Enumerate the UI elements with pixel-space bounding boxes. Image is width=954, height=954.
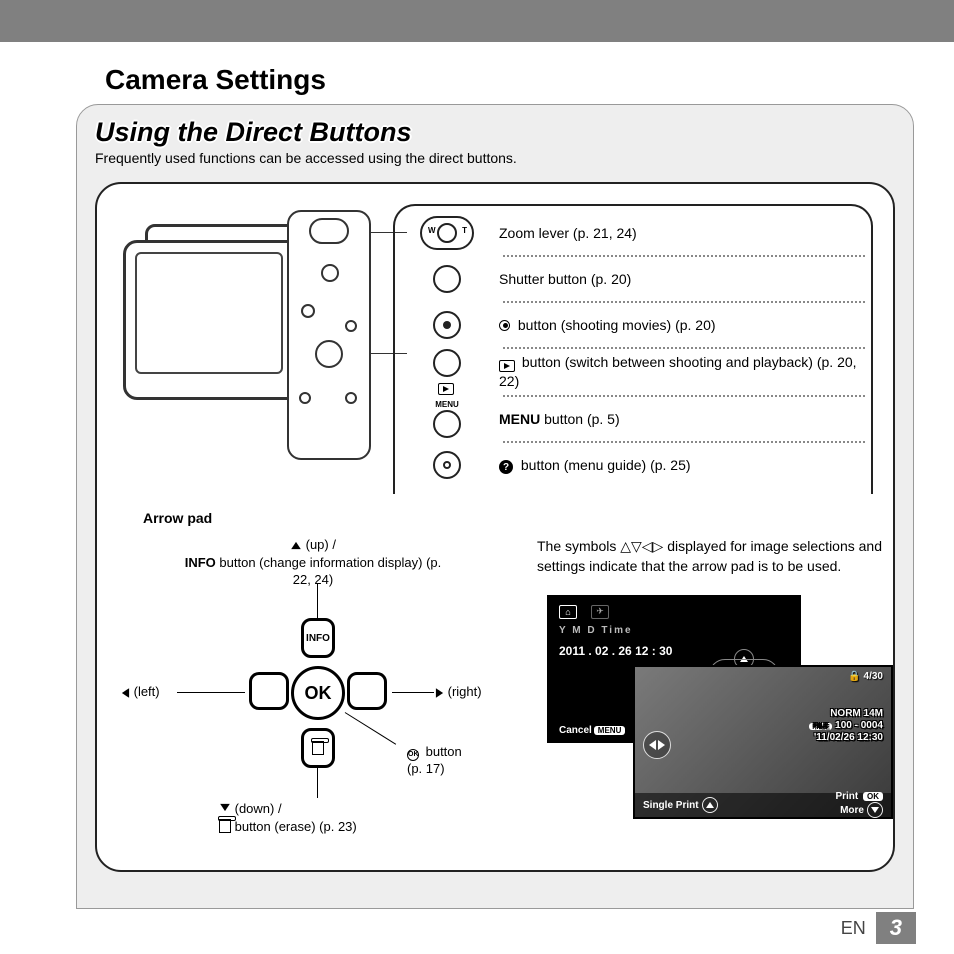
dpad-right bbox=[347, 672, 387, 710]
ymd-header: Y M D Time bbox=[549, 621, 799, 640]
legend-guide: ? button (menu guide) (p. 25) bbox=[395, 443, 871, 487]
content-panel: W T Zoom lever (p. 21, 24) Shutter butto… bbox=[95, 182, 895, 872]
ok-pill: OK bbox=[863, 792, 883, 801]
connector bbox=[317, 584, 318, 618]
button-legend-row: W T Zoom lever (p. 21, 24) Shutter butto… bbox=[117, 204, 873, 504]
header-bar bbox=[0, 0, 954, 42]
arrow-pad-diagram: (up) / INFO button (change information d… bbox=[117, 536, 517, 836]
triangle-right-icon bbox=[436, 688, 443, 698]
legend-playback: button (switch between shooting and play… bbox=[395, 349, 871, 395]
legend-zoom-label: Zoom lever (p. 21, 24) bbox=[499, 220, 871, 247]
button-legend: W T Zoom lever (p. 21, 24) Shutter butto… bbox=[393, 204, 873, 494]
legend-movie: button (shooting movies) (p. 20) bbox=[395, 303, 871, 347]
down-icon bbox=[867, 802, 883, 818]
dpad-ok: OK bbox=[291, 666, 345, 720]
legend-menu: MENU MENU button (p. 5) bbox=[395, 397, 871, 441]
arrow-left-label: (left) bbox=[121, 684, 160, 699]
trash-icon bbox=[219, 819, 231, 833]
arrow-pad-explain-text: The symbols △▽◁▷ displayed for image sel… bbox=[537, 536, 897, 577]
section-subtitle: Frequently used functions can be accesse… bbox=[77, 148, 913, 172]
connector bbox=[317, 768, 318, 798]
section-box: Using the Direct Buttons Frequently used… bbox=[76, 104, 914, 909]
arrow-pad-section: Arrow pad (up) / INFO button (change inf… bbox=[117, 510, 873, 850]
up-icon bbox=[702, 797, 718, 813]
dpad-graphic: INFO OK bbox=[243, 618, 393, 768]
camera-lcd bbox=[135, 252, 283, 374]
guide-icon bbox=[345, 392, 357, 404]
trash-icon bbox=[312, 741, 324, 755]
lcd-previews: ⌂ ✈ Y M D Time 2011 . 02 . 26 12 : 30 Y … bbox=[537, 595, 897, 825]
nav-arrows bbox=[643, 731, 671, 759]
lcd2-footer: Single Print Print OK More bbox=[635, 793, 891, 817]
triangle-left-icon bbox=[122, 688, 129, 698]
page-title: Camera Settings bbox=[0, 42, 954, 104]
playback-icon bbox=[499, 360, 515, 372]
section-title: Using the Direct Buttons bbox=[77, 105, 913, 148]
arrow-pad-explanation: The symbols △▽◁▷ displayed for image sel… bbox=[537, 536, 897, 825]
connector bbox=[392, 692, 434, 693]
triangle-up-icon bbox=[291, 542, 301, 549]
legend-guide-label: ? button (menu guide) (p. 25) bbox=[499, 452, 871, 479]
camera-controls-panel bbox=[287, 210, 371, 460]
dpad-icon bbox=[315, 340, 343, 368]
triangle-down-icon bbox=[220, 804, 230, 811]
playback-button-icon bbox=[395, 349, 499, 395]
arrow-up-label: (up) / INFO button (change information d… bbox=[183, 536, 443, 589]
more-label: More bbox=[840, 805, 864, 816]
movie-icon bbox=[301, 304, 315, 318]
single-print-label: Single Print bbox=[643, 800, 699, 811]
shutter-icon bbox=[321, 264, 339, 282]
page-footer: EN 3 bbox=[841, 912, 916, 944]
legend-shutter-label: Shutter button (p. 20) bbox=[499, 266, 871, 293]
zoom-lever-icon bbox=[309, 218, 349, 244]
menu-button-icon: MENU bbox=[395, 400, 499, 438]
counter: 🔒 4/30 bbox=[848, 671, 883, 682]
shutter-icon bbox=[395, 265, 499, 293]
photo-info: NORM 14M FILE 100 - 0004 '11/02/26 12:30 bbox=[783, 707, 883, 744]
dpad-down bbox=[301, 728, 335, 768]
connector bbox=[177, 692, 245, 693]
print-label: Print bbox=[835, 791, 861, 802]
legend-shutter: Shutter button (p. 20) bbox=[395, 257, 871, 301]
language-label: EN bbox=[841, 918, 866, 939]
legend-menu-label: MENU button (p. 5) bbox=[499, 406, 871, 433]
play-icon bbox=[345, 320, 357, 332]
home-tab-icon: ⌂ bbox=[559, 605, 577, 619]
legend-movie-label: button (shooting movies) (p. 20) bbox=[499, 312, 871, 339]
ok-icon: OK bbox=[407, 749, 419, 761]
dpad-left bbox=[249, 672, 289, 710]
record-icon bbox=[499, 320, 510, 331]
arrow-pad-title: Arrow pad bbox=[143, 510, 873, 526]
lcd-playback-screen: 🔒 4/30 NORM 14M FILE 100 - 0004 '11/02/2… bbox=[633, 665, 893, 819]
movie-button-icon bbox=[395, 311, 499, 339]
menu-pill: MENU bbox=[594, 726, 626, 735]
menu-icon bbox=[299, 392, 311, 404]
ok-button-label: OK button(p. 17) bbox=[407, 744, 462, 778]
legend-zoom: W T Zoom lever (p. 21, 24) bbox=[395, 211, 871, 255]
dpad-up: INFO bbox=[301, 618, 335, 658]
question-icon: ? bbox=[499, 460, 513, 474]
world-tab-icon: ✈ bbox=[591, 605, 609, 619]
zoom-lever-icon: W T bbox=[395, 216, 499, 250]
camera-illustration bbox=[117, 204, 375, 454]
cancel-label: Cancel bbox=[559, 725, 592, 736]
guide-button-icon bbox=[395, 451, 499, 479]
arrow-down-label: (down) / button (erase) (p. 23) bbox=[219, 800, 357, 838]
page-number: 3 bbox=[876, 912, 916, 944]
legend-playback-label: button (switch between shooting and play… bbox=[499, 349, 871, 395]
arrow-right-label: (right) bbox=[435, 684, 482, 699]
